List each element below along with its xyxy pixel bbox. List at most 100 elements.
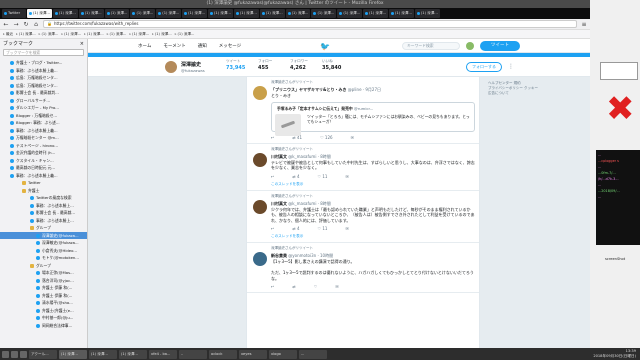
sidebar-bookmark-item[interactable]: Twitter — [0, 179, 87, 187]
reply-icon[interactable]: ↩ — [271, 226, 274, 231]
sidebar-bookmark-item[interactable]: ダルシエガー - My Pro... — [0, 104, 87, 112]
tweet[interactable]: 深澤諭史さんがリツイート 「プリニウス」ヤマザキマリ&とり・みき @pline ·… — [247, 77, 479, 144]
taskbar-item[interactable]: xfe4 - ba... — [149, 349, 177, 359]
browser-tab[interactable]: (1) 深澤... — [156, 9, 182, 18]
menu-icon[interactable]: ≡ — [581, 21, 587, 28]
bookmark-item[interactable]: (1) 深澤... — [39, 32, 58, 37]
tweet-author-handle[interactable]: @pline · 9月27日 — [348, 87, 381, 92]
sidebar-bookmark-item[interactable]: 中村基一郎(@ju... — [0, 314, 87, 322]
start-menu-icon[interactable] — [2, 350, 9, 358]
tweet-avatar[interactable] — [253, 199, 267, 214]
taskbar-item[interactable]: oclock — [209, 349, 237, 359]
twitter-nav-moments[interactable]: モーメント — [163, 43, 185, 49]
like-icon[interactable]: ♡ 11 — [318, 226, 328, 231]
tweet-author-handle[interactable]: @k_masafumi · 8時間 — [288, 201, 331, 206]
show-thread-link[interactable]: このスレッドを表示 — [271, 234, 475, 239]
files-launcher-icon[interactable] — [20, 350, 27, 358]
sidebar-bookmark-item[interactable]: 場本正弥(@Mas... — [0, 269, 87, 277]
browser-tab[interactable]: (1) 深澤... — [389, 9, 414, 18]
browser-tab[interactable]: (1) 深澤... — [233, 9, 259, 18]
tweet-avatar[interactable] — [253, 152, 267, 167]
tweet[interactable]: 深澤諭史さんがリツイート 川村真文 @k_masafumi · 8時間 少クラ何年で… — [247, 191, 479, 243]
sidebar-bookmark-item[interactable]: 金沢弁護的会時刊 (h... — [0, 149, 87, 157]
browser-tab[interactable]: (1) 深澤... — [363, 9, 389, 18]
sidebar-bookmark-item[interactable]: 事務：ぶら述本勝上義... — [0, 127, 87, 135]
show-thread-link[interactable]: このスレッドを表示 — [271, 182, 475, 187]
taskbar-item[interactable]: xeyes — [239, 349, 267, 359]
sidebar-bookmark-item[interactable]: 事務：ぶら述本勝上義... — [0, 67, 87, 75]
taskbar-item[interactable]: xlogo — [269, 349, 297, 359]
profile-name[interactable]: 深澤諭史 — [181, 61, 201, 68]
retweet-icon[interactable]: ⇄ 4 — [292, 226, 299, 231]
follow-button[interactable]: フォローする — [466, 62, 502, 72]
tweet[interactable]: 深澤諭史さんがリツイート 新谷貴美 @yonmotoi3n · 10時間 【1ヶ3〜… — [247, 243, 479, 293]
browser-tab[interactable]: Twitter — [2, 9, 26, 18]
browser-tab[interactable]: (1) 深澤... — [78, 9, 104, 18]
sidebar-bookmark-item[interactable]: 岡岡総合法律事... — [0, 322, 87, 330]
sidebar-bookmark-item[interactable]: 事務：ぶら述本勝上... — [0, 202, 87, 210]
sidebar-bookmark-item[interactable]: クスタイル・キャン... — [0, 157, 87, 165]
sidebar-bookmark-item[interactable]: 深澤諭史(@fukaza... — [0, 231, 87, 239]
browser-tab[interactable]: (1) 深澤... — [104, 9, 130, 18]
reply-icon[interactable]: ↩ — [271, 135, 274, 140]
sidebar-bookmark-item[interactable]: Blogger : 万権暗殺セ... — [0, 112, 87, 120]
tweet-button[interactable]: ツイート — [480, 41, 520, 51]
terminal-window[interactable]: ... ...cplogger s... ...0fm-7/.../h/...d7k… — [596, 150, 640, 245]
sidebar-bookmark-item[interactable]: グループ — [0, 224, 87, 232]
bookmark-item[interactable]: (1) 深澤... — [175, 32, 195, 37]
sidebar-bookmark-item[interactable]: 影響士会 長 - 最高裁... — [0, 209, 87, 217]
taskbar-item[interactable]: (1) 深澤... — [119, 349, 147, 359]
browser-tab[interactable]: (1) 深澤... — [259, 9, 285, 18]
reload-icon[interactable]: ↻ — [23, 21, 29, 28]
sidebar-bookmark-item[interactable]: 落合洋司(@yjoc... — [0, 277, 87, 285]
sidebar-bookmark-item[interactable]: 事務：ぶら述本勝上... — [0, 217, 87, 225]
like-icon[interactable]: ♡ — [314, 284, 318, 289]
sidebar-bookmark-item[interactable]: 弁護士 — [0, 187, 87, 195]
sidebar-bookmark-item[interactable]: 事務：ぶら述本勝上義... — [0, 172, 87, 180]
sidebar-search-input[interactable]: ブックマークを検索 — [3, 49, 84, 56]
sidebar-bookmark-item[interactable]: グローバルサーチ… — [0, 97, 87, 105]
profile-stat[interactable]: ツイート 73,945 — [226, 59, 248, 71]
home-icon[interactable]: ⌂ — [33, 21, 39, 28]
more-options-icon[interactable]: ⋮ — [508, 63, 514, 70]
browser-tab[interactable]: (1) 深澤... — [414, 9, 440, 18]
sidebar-bookmark-item[interactable]: グループ — [0, 262, 87, 270]
sidebar-bookmark-item[interactable]: モトケ(@motoken... — [0, 254, 87, 262]
tweet-author-name[interactable]: 「プリニウス」ヤマザキマリ&とり・みき — [271, 87, 347, 92]
sidebar-bookmark-item[interactable]: 弁護士 伊藤 和(... — [0, 292, 87, 300]
twitter-nav-home[interactable]: ホーム — [138, 43, 151, 49]
profile-stat[interactable]: フォロー 455 — [258, 59, 280, 71]
profile-stat[interactable]: フォロワー 4,262 — [290, 59, 312, 71]
dm-icon[interactable]: ✉ — [345, 174, 348, 179]
twitter-nav-notifications[interactable]: 通知 — [198, 43, 207, 49]
twitter-bird-icon[interactable]: 🐦 — [320, 42, 330, 51]
sidebar-bookmark-item[interactable]: 万権暗殺センター @m... — [0, 134, 87, 142]
quoted-image[interactable] — [275, 113, 301, 136]
bookmark-item[interactable]: 最近 — [3, 32, 13, 37]
sidebar-bookmark-item[interactable]: Twitterの風度な検索 — [0, 194, 87, 202]
quoted-tweet[interactable]: 手塚るみ子「定本オサムシに伝えて」発売中 @rumicr... ツイッター「とろろ… — [271, 101, 475, 136]
tweet-author-handle[interactable]: @yonmotoi3n · 10時間 — [288, 253, 333, 258]
reply-icon[interactable]: ↩ — [271, 174, 274, 179]
reply-icon[interactable]: ↩ — [271, 284, 274, 289]
tweet[interactable]: 深澤諭史さんがリツイート 川村真文 @k_masafumi · 8時間 テレビで被疑… — [247, 144, 479, 191]
sidebar-bookmark-item[interactable]: 弁護士(弁護士(e... — [0, 307, 87, 315]
sidebar-bookmark-item[interactable]: 小倉秀夫(@Hideo... — [0, 247, 87, 255]
screenshot-label[interactable]: screenShot — [605, 257, 625, 261]
forward-icon[interactable]: → — [13, 21, 19, 28]
sidebar-bookmark-item[interactable]: 深澤敏史(@fukaza... — [0, 239, 87, 247]
tweet-avatar[interactable] — [253, 86, 267, 100]
taskbar-item[interactable]: ... — [299, 349, 327, 359]
bookmark-item[interactable]: (1) 深澤... — [152, 32, 172, 37]
tweet-author-handle[interactable]: @k_masafumi · 8時間 — [288, 154, 331, 159]
close-icon[interactable]: × — [80, 41, 84, 47]
footer-links[interactable]: ヘルプセンター 規約 プライバシーポリシー クッキー 広告について — [488, 81, 588, 96]
sidebar-bookmark-item[interactable]: 弁護士 伊藤 和(... — [0, 284, 87, 292]
browser-tab[interactable]: (1) 深澤... — [182, 9, 208, 18]
sidebar-bookmark-item[interactable]: 広島：万権暗殺センタ... — [0, 82, 87, 90]
browser-tab[interactable]: (1) 深澤... — [208, 9, 233, 18]
taskbar-item[interactable]: .. — [179, 349, 207, 359]
account-avatar[interactable] — [466, 42, 474, 50]
dm-icon[interactable]: ✉ — [345, 226, 348, 231]
back-icon[interactable]: ← — [3, 21, 9, 28]
